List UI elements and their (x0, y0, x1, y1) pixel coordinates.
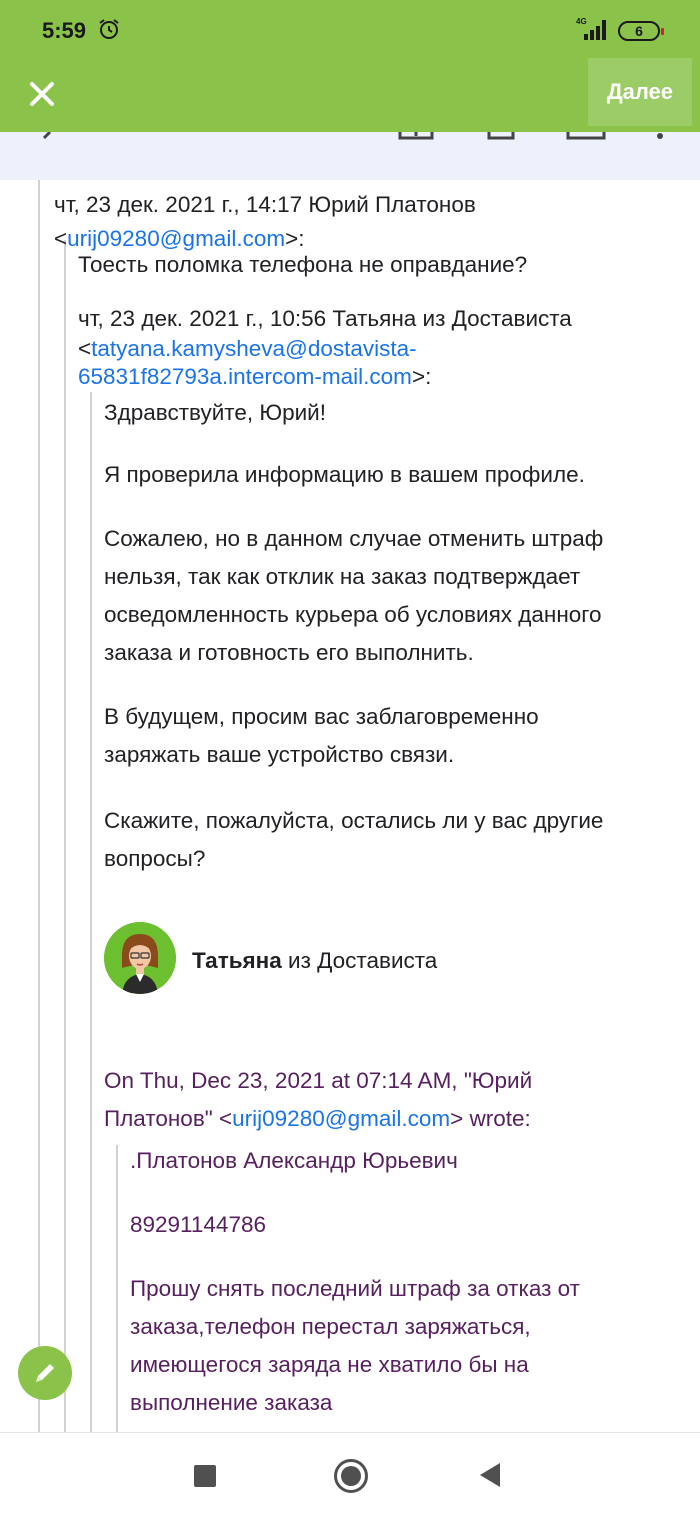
message-paragraph-line: В будущем, просим вас заблаговременно (104, 704, 539, 729)
svg-text:4G: 4G (576, 17, 587, 26)
back-icon[interactable] (480, 1463, 500, 1487)
email-thread: чт, 23 дек. 2021 г., 14:17 Юрий Платонов… (0, 180, 700, 1432)
mail-icon (566, 132, 606, 140)
avatar-illustration (104, 922, 176, 994)
archive-icon (398, 132, 434, 140)
quote-header-sender-cont: 65831f82793a.intercom-mail.com>: (78, 364, 432, 389)
close-icon[interactable] (20, 72, 64, 116)
battery-level: 6 (635, 23, 643, 39)
quote-bar-level3 (90, 392, 92, 1432)
message-paragraph: Я проверила информацию в вашем профиле. (104, 462, 585, 487)
quoted-request-line: Прошу снять последний штраф за отказ от (130, 1276, 580, 1301)
signature-name: Татьяна (192, 948, 282, 973)
back-arrow-icon (42, 132, 52, 140)
quote-attribution-cont: Платонов" <urij09280@gmail.com> wrote: (104, 1106, 531, 1131)
quote-bar-level2 (64, 240, 66, 1432)
alarm-icon (99, 19, 119, 39)
quoted-email-link[interactable]: urij09280@gmail.com (232, 1106, 450, 1131)
signal-icon: 4G (576, 17, 606, 40)
message-paragraph-line: заряжать ваше устройство связи. (104, 742, 455, 767)
message-paragraph-line: Сожалею, но в данном случае отменить штр… (104, 526, 604, 551)
quote-bar-level4 (116, 1145, 118, 1432)
quoted-request-line: выполнение заказа (130, 1390, 333, 1415)
message-paragraph-line: вопросы? (104, 846, 206, 871)
home-icon[interactable] (334, 1459, 368, 1493)
quote-bar-level1 (38, 180, 40, 1432)
status-time: 5:59 (42, 18, 87, 43)
pencil-icon (36, 1364, 54, 1382)
quoted-phone: 89291144786 (130, 1212, 266, 1237)
system-nav-bar (0, 1432, 700, 1518)
quote-header-date: чт, 23 дек. 2021 г., 14:17 Юрий Платонов (54, 192, 476, 217)
signature: Татьяна из Достависта (192, 942, 437, 980)
message-paragraph-line: Скажите, пожалуйста, остались ли у вас д… (104, 808, 604, 833)
message-paragraph-line: нельзя, так как отклик на заказ подтверж… (104, 564, 581, 589)
signature-company: из Достависта (281, 948, 438, 973)
sender-email-link-cont[interactable]: 65831f82793a.intercom-mail.com (78, 364, 412, 389)
app-bar: Далее (0, 58, 700, 132)
delete-icon (487, 132, 515, 140)
status-bar: 5:59 4G 6 (0, 0, 700, 62)
message-paragraph-line: осведомленность курьера об условиях данн… (104, 602, 602, 627)
message-greeting: Здравствуйте, Юрий! (104, 400, 326, 425)
more-vert-icon (657, 133, 663, 139)
email-toolbar-behind (0, 132, 700, 180)
battery-icon: 6 (618, 21, 664, 41)
quoted-request-line: заказа,телефон перестал заряжаться, (130, 1314, 531, 1339)
quoted-name: .Платонов Александр Юрьевич (130, 1148, 458, 1173)
quote-attribution: On Thu, Dec 23, 2021 at 07:14 AM, "Юрий (104, 1068, 533, 1093)
quote-body: Тоесть поломка телефона не оправдание? (78, 252, 528, 277)
avatar (104, 922, 176, 994)
next-button[interactable]: Далее (588, 58, 692, 126)
quoted-request-line: имеющегося заряда не хватило бы на (130, 1352, 529, 1377)
message-paragraph-line: заказа и готовность его выполнить. (104, 640, 474, 665)
edit-fab-button[interactable] (18, 1346, 72, 1400)
recents-icon[interactable] (194, 1465, 216, 1487)
